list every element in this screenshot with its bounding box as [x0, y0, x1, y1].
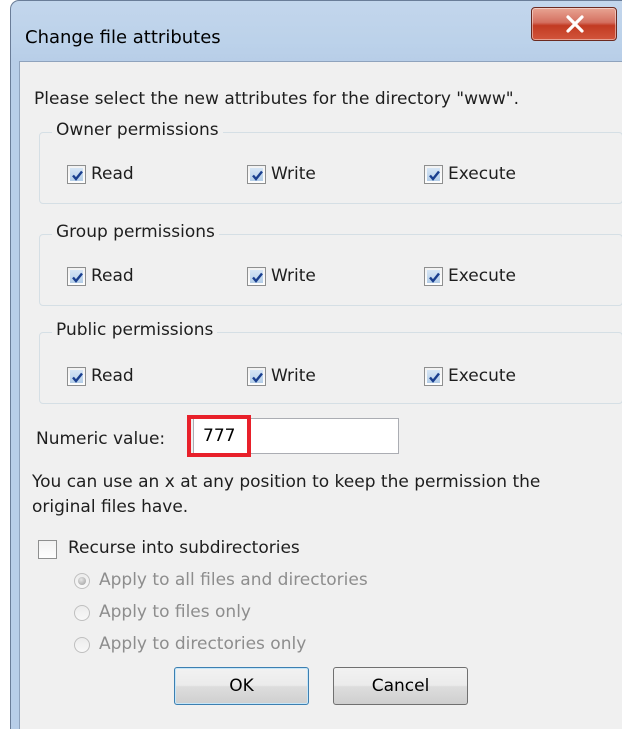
checkmark-icon [252, 170, 263, 181]
close-button[interactable] [531, 7, 617, 41]
group-label: Group permissions [52, 222, 219, 242]
recurse-label: Recurse into subdirectories [68, 538, 300, 558]
hint-text-line-1: You can use an x at any position to keep… [32, 472, 541, 492]
owner-read-checkbox[interactable] [67, 165, 86, 184]
owner-write-checkbox[interactable] [247, 165, 266, 184]
dialog-body: Please select the new attributes for the… [19, 61, 622, 729]
radio-directories-only[interactable] [74, 637, 90, 653]
dialog-title: Change file attributes [25, 27, 221, 48]
group-execute-checkbox[interactable] [424, 267, 443, 286]
title-bar[interactable]: Change file attributes [11, 1, 622, 61]
numeric-value-label: Numeric value: [36, 429, 166, 449]
group-permissions-group: Group permissions Read Write Execute [39, 222, 622, 306]
owner-execute-checkbox[interactable] [424, 165, 443, 184]
checkbox-label: Read [91, 366, 134, 386]
recurse-checkbox[interactable] [38, 540, 57, 559]
checkbox-label: Read [91, 164, 134, 184]
checkbox-label: Execute [448, 266, 516, 286]
public-permissions-group: Public permissions Read Write Execute [39, 320, 622, 404]
radio-files-only-label: Apply to files only [99, 602, 251, 622]
close-icon [566, 15, 584, 33]
checkmark-icon [72, 170, 83, 181]
group-write-checkbox[interactable] [247, 267, 266, 286]
radio-files-only[interactable] [74, 605, 90, 621]
checkmark-icon [252, 272, 263, 283]
highlight-box [187, 415, 251, 457]
checkbox-label: Write [271, 164, 316, 184]
radio-apply-all[interactable] [74, 573, 90, 589]
cancel-button[interactable]: Cancel [333, 667, 468, 705]
checkmark-icon [429, 372, 440, 383]
radio-apply-all-label: Apply to all files and directories [99, 570, 368, 590]
dialog-window: Change file attributes Please select the… [10, 0, 622, 729]
checkmark-icon [252, 372, 263, 383]
owner-permissions-group: Owner permissions Read Write Execute [39, 120, 622, 204]
group-label: Public permissions [52, 320, 218, 340]
group-label: Owner permissions [52, 120, 223, 140]
checkbox-label: Read [91, 266, 134, 286]
checkbox-label: Write [271, 366, 316, 386]
public-read-checkbox[interactable] [67, 367, 86, 386]
checkbox-label: Execute [448, 366, 516, 386]
checkbox-label: Write [271, 266, 316, 286]
radio-directories-only-label: Apply to directories only [99, 634, 307, 654]
checkbox-label: Execute [448, 164, 516, 184]
checkmark-icon [72, 372, 83, 383]
group-read-checkbox[interactable] [67, 267, 86, 286]
ok-button[interactable]: OK [174, 667, 309, 705]
public-write-checkbox[interactable] [247, 367, 266, 386]
intro-text: Please select the new attributes for the… [34, 89, 520, 109]
checkmark-icon [72, 272, 83, 283]
checkmark-icon [429, 272, 440, 283]
checkmark-icon [429, 170, 440, 181]
public-execute-checkbox[interactable] [424, 367, 443, 386]
hint-text-line-2: original files have. [32, 497, 189, 517]
